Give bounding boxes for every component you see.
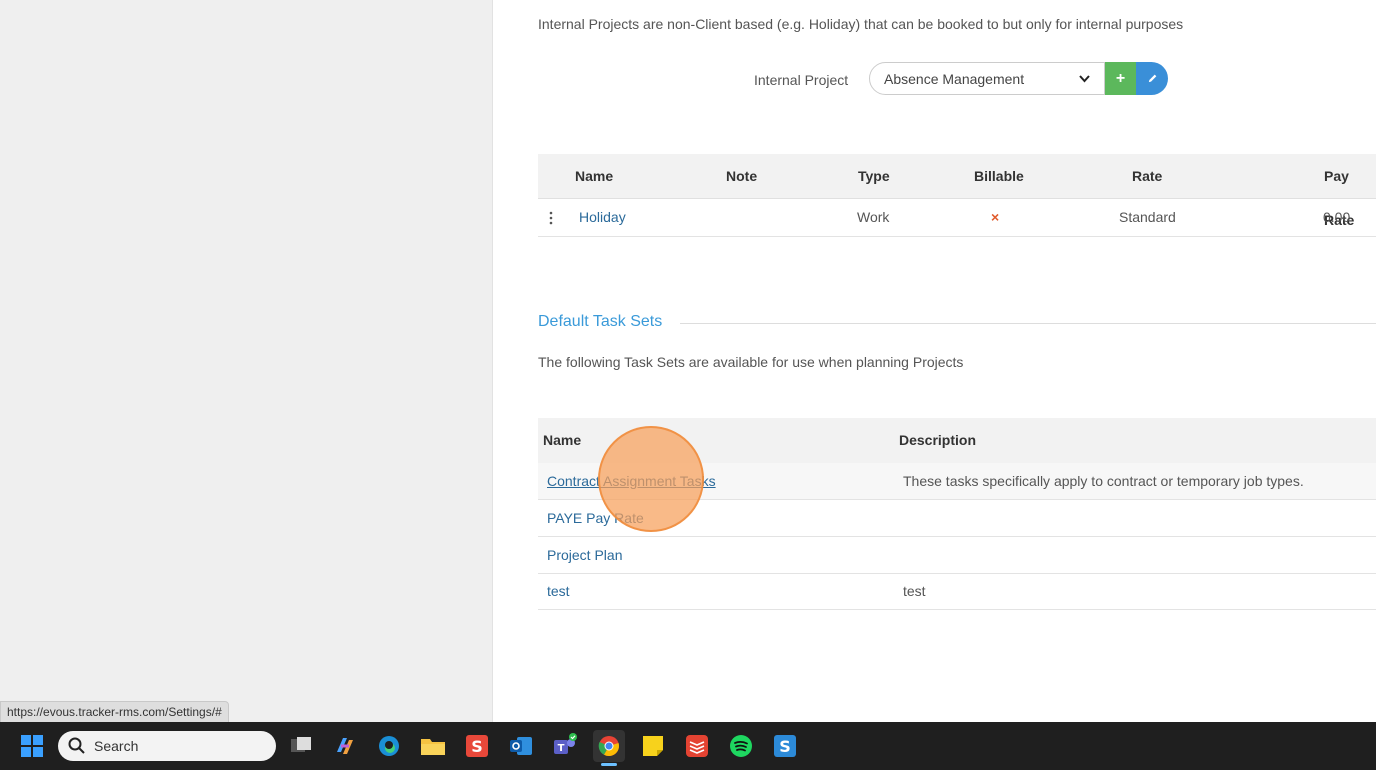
internal-project-pay-rate: 0.00: [1323, 209, 1351, 225]
add-internal-project-button[interactable]: +: [1105, 62, 1136, 95]
internal-project-rate: Standard: [1119, 209, 1176, 225]
task-set-name-link[interactable]: Contract Assignment Tasks: [547, 463, 716, 499]
settings-main: Internal Projects are non-Client based (…: [493, 0, 1376, 722]
internal-project-select[interactable]: Absence Management: [869, 62, 1105, 95]
task-sets-title: Default Task Sets: [538, 313, 663, 330]
edge-icon[interactable]: [373, 730, 405, 762]
internal-project-label: Internal Project: [754, 72, 849, 88]
col-rate: Rate: [1132, 168, 1163, 184]
copilot-icon[interactable]: [329, 730, 361, 762]
task-set-name-link[interactable]: PAYE Pay Rate: [547, 500, 644, 536]
section-divider: [680, 323, 1376, 324]
folder-icon[interactable]: [417, 730, 449, 762]
task-view-icon[interactable]: [285, 730, 317, 762]
chrome-icon[interactable]: [593, 730, 625, 766]
col-name: Name: [575, 168, 614, 184]
col-description: Description: [899, 432, 977, 448]
status-url: https://evous.tracker-rms.com/Settings/#: [0, 701, 229, 724]
task-set-description: These tasks specifically apply to contra…: [903, 473, 1304, 489]
svg-text:T: T: [558, 743, 565, 754]
sticky-notes-icon[interactable]: [637, 730, 669, 762]
col-name: Name: [543, 432, 582, 448]
search-placeholder: Search: [94, 738, 139, 754]
spotify-icon[interactable]: [725, 730, 757, 762]
table-row: Holiday Work × Standard 0.00: [538, 199, 1376, 237]
row-menu-icon[interactable]: [548, 199, 554, 236]
col-note: Note: [726, 168, 758, 184]
svg-text:S: S: [779, 737, 791, 756]
task-sets-description: The following Task Sets are available fo…: [538, 354, 964, 370]
taskbar-search[interactable]: Search: [58, 731, 276, 761]
col-pay-rate: Pay Rate: [1324, 168, 1355, 228]
table-row: Project Plan: [538, 537, 1376, 574]
snagit-editor-icon[interactable]: S: [769, 730, 801, 762]
search-icon: [68, 737, 85, 754]
task-set-name-link[interactable]: Project Plan: [547, 537, 622, 573]
billable-x-icon: ×: [991, 209, 1000, 225]
internal-project-selected: Absence Management: [884, 70, 1025, 87]
task-set-description: test: [903, 583, 926, 599]
table-row: PAYE Pay Rate: [538, 500, 1376, 537]
internal-project-table-header: Name Note Type Billable Rate Pay Rate: [538, 154, 1376, 228]
task-sets-table-header: Name Description: [538, 418, 1376, 463]
table-row: Contract Assignment Tasks These tasks sp…: [538, 463, 1376, 500]
windows-icon: [21, 735, 43, 757]
todoist-icon[interactable]: [681, 730, 713, 762]
snagit-icon[interactable]: S: [461, 730, 493, 762]
svg-text:S: S: [471, 737, 483, 756]
col-type: Type: [858, 168, 890, 184]
start-button[interactable]: [16, 730, 48, 762]
outlook-icon[interactable]: [505, 730, 537, 762]
pencil-icon: [1148, 74, 1156, 83]
internal-project-name-link[interactable]: Holiday: [579, 199, 626, 236]
task-set-name-link[interactable]: test: [547, 573, 570, 609]
teams-icon[interactable]: T: [549, 730, 581, 762]
internal-project-type: Work: [857, 209, 890, 225]
chevron-down-icon: [1079, 71, 1090, 86]
internal-projects-intro: Internal Projects are non-Client based (…: [538, 16, 1184, 32]
col-billable: Billable: [974, 168, 1024, 184]
table-row: test test: [538, 573, 1376, 610]
left-sidebar: [0, 0, 493, 722]
edit-internal-project-button[interactable]: [1136, 62, 1168, 95]
